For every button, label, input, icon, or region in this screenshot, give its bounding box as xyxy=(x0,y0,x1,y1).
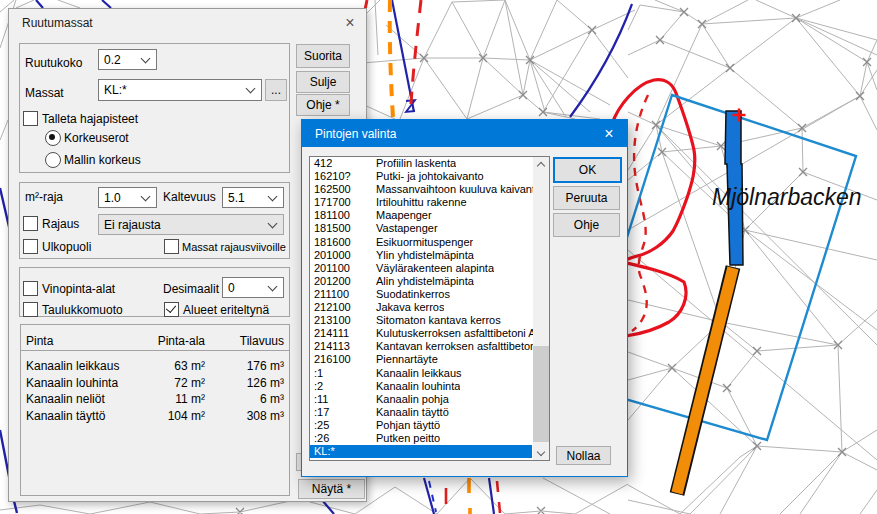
taulukkomuoto-checkbox[interactable] xyxy=(23,302,38,317)
mallin-korkeus-radio[interactable] xyxy=(45,152,61,168)
chevron-down-icon xyxy=(141,191,151,201)
group-results-table: Pinta Pinta-ala Tilavuus Kanaalin leikka… xyxy=(20,324,290,496)
list-item[interactable]: 214113Kantavan kerroksen asfalttibetoni xyxy=(310,340,533,353)
col-pinta: Pinta xyxy=(26,334,53,348)
dialog1-close-icon[interactable]: × xyxy=(341,14,359,32)
dialog2-titlebar: Pintojen valinta × xyxy=(302,120,627,147)
list-item[interactable]: 171700Irtilouhittu rakenne xyxy=(310,196,533,209)
ohje-button[interactable]: Ohje * xyxy=(296,94,350,116)
mallin-korkeus-label: Mallin korkeus xyxy=(64,153,141,167)
vinopinta-alat-label: Vinopinta-alat xyxy=(42,282,115,296)
massat-rajausviivoille-label: Massat rajausviivoille xyxy=(182,241,286,253)
dialog2-close-icon[interactable]: × xyxy=(598,124,620,143)
list-item[interactable]: 16210?Putki- ja johtokaivanto xyxy=(310,170,533,183)
vinopinta-alat-checkbox[interactable] xyxy=(23,281,38,296)
chevron-down-icon xyxy=(246,84,256,94)
kaltevuus-label: Kaltevuus xyxy=(163,190,216,204)
chevron-down-icon xyxy=(141,53,151,63)
scrollbar[interactable] xyxy=(533,157,549,460)
map-label: Mjölnarbacken xyxy=(712,184,862,210)
scroll-up-icon[interactable] xyxy=(533,157,549,172)
list-item[interactable]: 201100Väylärakenteen alapinta xyxy=(310,262,533,275)
alueet-eriteltyna-label: Alueet eriteltynä xyxy=(183,303,269,317)
list-item[interactable]: 412Profiilin laskenta xyxy=(310,157,533,170)
korkeuserot-radio[interactable] xyxy=(45,130,61,146)
list-item[interactable]: :25Pohjan täyttö xyxy=(310,419,533,432)
dialog-pintojen-valinta: Pintojen valinta × 412Profiilin laskenta… xyxy=(301,119,628,477)
massat-browse-button[interactable]: ... xyxy=(265,79,287,101)
massat-label: Massat xyxy=(25,86,64,100)
list-item[interactable]: 181600Esikuormituspenger xyxy=(310,236,533,249)
list-item[interactable]: :1Kanaalin leikkaus xyxy=(310,367,533,380)
list-item[interactable]: :11Kanaalin pohja xyxy=(310,393,533,406)
talleta-hajapisteet-label: Talleta hajapisteet xyxy=(42,112,138,126)
peruuta-button[interactable]: Peruuta xyxy=(553,186,620,210)
list-item[interactable]: 216100Piennartäyte xyxy=(310,353,533,366)
ulkopuoli-checkbox[interactable] xyxy=(23,239,38,254)
suorita-button[interactable]: Suorita xyxy=(296,44,350,68)
korkeuserot-label: Korkeuserot xyxy=(64,131,129,145)
rajaus-checkbox[interactable] xyxy=(23,216,38,231)
list-item[interactable]: 212100Jakava kerros xyxy=(310,301,533,314)
list-item[interactable]: :17Kanaalin täyttö xyxy=(310,406,533,419)
list-item[interactable]: 211100Suodatinkerros xyxy=(310,288,533,301)
orange-dashed-line xyxy=(390,0,393,118)
list-item[interactable]: 213100Sitomaton kantava kerros xyxy=(310,314,533,327)
nollaa-button[interactable]: Nollaa xyxy=(556,446,611,465)
col-tilavuus: Tilavuus xyxy=(191,334,284,348)
table-header-divider xyxy=(21,350,289,351)
m2raja-combobox[interactable]: 1.0 xyxy=(98,187,157,208)
list-item[interactable]: KL:* xyxy=(310,445,532,458)
nayta-button[interactable]: Näytä * xyxy=(298,479,365,499)
list-item[interactable]: 162500Massanvaihtoon kuuluva kaivanto xyxy=(310,183,533,196)
list-item[interactable]: :2Kanaalin louhinta xyxy=(310,380,533,393)
taulukkomuoto-label: Taulukkomuoto xyxy=(42,303,123,317)
rajaus-mode-combobox[interactable]: Ei rajausta xyxy=(98,214,284,235)
scroll-down-icon[interactable] xyxy=(533,445,549,460)
desimaalit-label: Desimaalit xyxy=(163,282,219,296)
list-item[interactable]: 214111Kulutuskerroksen asfalttibetoni AB xyxy=(310,327,533,340)
sulje-button[interactable]: Sulje xyxy=(296,71,350,93)
list-item[interactable]: 201000Ylin yhdistelmäpinta xyxy=(310,249,533,262)
alueet-eriteltyna-checkbox[interactable] xyxy=(164,302,179,317)
chevron-down-icon xyxy=(268,218,278,228)
ok-button[interactable]: OK xyxy=(553,157,622,183)
ruutukoko-label: Ruutukoko xyxy=(25,56,82,70)
list-item[interactable]: 181100Maapenger xyxy=(310,209,533,222)
list-item[interactable]: 181500Vastapenger xyxy=(310,222,533,235)
m2raja-label: m²-raja xyxy=(25,190,63,204)
massat-rajausviivoille-checkbox[interactable] xyxy=(164,239,179,254)
chevron-down-icon xyxy=(268,191,278,201)
dialog1-title: Ruutumassat xyxy=(22,16,93,30)
surface-listbox[interactable]: 412Profiilin laskenta 16210?Putki- ja jo… xyxy=(309,156,550,461)
list-item[interactable]: :26Putken peitto xyxy=(310,432,533,445)
ruutukoko-combobox[interactable]: 0.2 xyxy=(98,49,157,70)
scrollbar-thumb[interactable] xyxy=(533,346,549,442)
orange-dashes-bottom xyxy=(469,478,470,514)
talleta-hajapisteet-checkbox[interactable] xyxy=(23,111,38,126)
desimaalit-combobox[interactable]: 0 xyxy=(222,277,284,298)
massat-combobox[interactable]: KL:* xyxy=(98,79,262,101)
rajaus-label: Rajaus xyxy=(42,217,79,231)
dialog2-title: Pintojen valinta xyxy=(315,127,396,141)
ulkopuoli-label: Ulkopuoli xyxy=(42,240,91,254)
chevron-down-icon xyxy=(268,281,278,291)
list-item[interactable]: 201200Alin yhdistelmäpinta xyxy=(310,275,533,288)
ohje2-button[interactable]: Ohje xyxy=(553,213,620,237)
kaltevuus-combobox[interactable]: 5.1 xyxy=(222,187,284,208)
